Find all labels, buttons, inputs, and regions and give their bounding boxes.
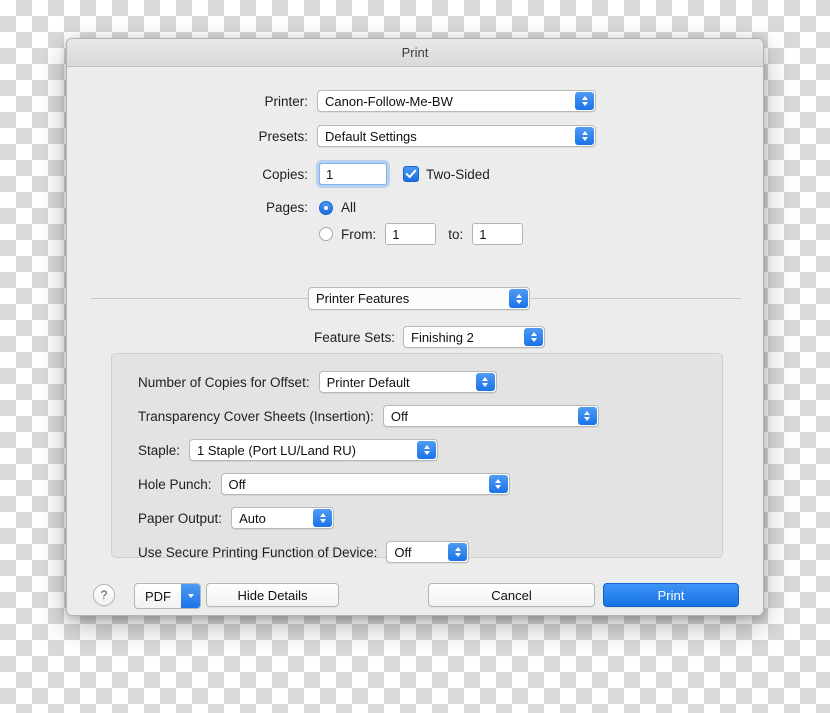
printer-features-panel: Number of Copies for Offset: Printer Def… [111,353,723,563]
feature-value-4: Auto [239,510,266,526]
feature-value-1: Off [390,408,408,424]
feature-select-0[interactable]: Printer Default [318,371,497,393]
chevron-updown-icon [509,289,528,308]
pages-from-value: 1 [392,226,400,242]
presets-select-value: Default Settings [325,128,417,144]
pages-from-label: From: [341,226,377,242]
chevron-updown-icon [575,92,594,110]
feature-label-0: Number of Copies for Offset: [138,374,310,390]
dialog-titlebar: Print [67,39,763,67]
feature-select-5[interactable]: Off [386,541,470,563]
presets-label: Presets: [258,128,308,144]
print-button[interactable]: Print [603,583,739,607]
chevron-updown-icon [448,543,468,561]
chevron-updown-icon [417,441,437,459]
feature-label-1: Transparency Cover Sheets (Insertion): [138,408,374,424]
pages-from-input[interactable]: 1 [385,223,437,245]
presets-row: Presets: Default Settings [67,125,763,147]
pages-to-input[interactable]: 1 [472,223,524,245]
feature-sets-label: Feature Sets: [313,329,395,345]
help-icon: ? [100,588,108,602]
feature-value-3: Off [228,476,246,492]
chevron-updown-icon [313,509,333,527]
two-sided-checkbox[interactable] [403,166,419,182]
feature-label-4: Paper Output: [138,510,223,526]
feature-select-3[interactable]: Off [220,473,510,495]
pages-to-value: 1 [479,226,487,242]
copies-label: Copies: [262,166,308,182]
print-dialog: Print Printer: Canon-Follow-Me-BW Preset… [66,38,764,616]
feature-value-0: Printer Default [326,374,410,390]
feature-label-2: Staple: [138,442,181,458]
copies-input-value: 1 [326,166,334,182]
copies-input[interactable]: 1 [319,163,387,185]
chevron-down-icon [181,584,200,608]
feature-row-4: Paper Output: Auto [138,507,335,529]
pane-select-wrap: Printer Features [308,287,530,310]
feature-row-2: Staple: 1 Staple (Port LU/Land RU) [138,439,439,461]
feature-select-1[interactable]: Off [382,405,599,427]
help-button[interactable]: ? [93,584,115,606]
pane-select-value: Printer Features [316,291,410,306]
chevron-updown-icon [577,407,597,425]
feature-select-4[interactable]: Auto [231,507,335,529]
pages-from-radio[interactable] [319,227,333,241]
pages-all-row: Pages: All [67,200,763,215]
dialog-body: Printer: Canon-Follow-Me-BW Presets: Def… [67,67,763,615]
feature-row-5: Use Secure Printing Function of Device: … [138,541,470,563]
feature-row-3: Hole Punch: Off [138,473,510,495]
feature-select-2[interactable]: 1 Staple (Port LU/Land RU) [189,439,439,461]
pane-select[interactable]: Printer Features [308,287,530,310]
pdf-button-label: PDF [145,588,171,604]
dialog-footer: ? PDF Hide Details Cancel Print [67,577,763,615]
feature-label-3: Hole Punch: [138,476,212,492]
pages-all-radio[interactable] [319,200,333,215]
feature-row-1: Transparency Cover Sheets (Insertion): O… [138,405,599,427]
print-label: Print [657,587,685,603]
feature-sets-row: Feature Sets: Finishing 2 [67,326,763,348]
presets-select[interactable]: Default Settings [317,125,596,147]
hide-details-label: Hide Details [237,587,308,603]
pages-range-row: From: 1 to: 1 [67,223,763,245]
pages-to-label: to: [448,226,464,242]
chevron-updown-icon [524,328,543,346]
feature-row-0: Number of Copies for Offset: Printer Def… [138,371,497,393]
feature-value-5: Off [394,544,412,560]
printer-label: Printer: [264,93,308,109]
printer-select-value: Canon-Follow-Me-BW [325,93,453,109]
feature-sets-value: Finishing 2 [411,329,474,345]
feature-label-5: Use Secure Printing Function of Device: [138,544,378,560]
pdf-button[interactable]: PDF [134,583,201,609]
printer-select[interactable]: Canon-Follow-Me-BW [317,90,596,112]
feature-value-2: 1 Staple (Port LU/Land RU) [197,442,356,458]
hide-details-button[interactable]: Hide Details [206,583,339,607]
cancel-label: Cancel [491,587,532,603]
copies-row: Copies: 1 Two-Sided [67,163,763,185]
pages-label: Pages: [265,200,308,215]
chevron-updown-icon [575,127,594,145]
chevron-updown-icon [475,373,495,391]
dialog-title: Print [401,45,429,60]
printer-row: Printer: Canon-Follow-Me-BW [67,90,763,112]
two-sided-label: Two-Sided [426,166,490,182]
feature-sets-select[interactable]: Finishing 2 [403,326,545,348]
chevron-updown-icon [488,475,508,493]
pages-all-label: All [341,200,357,215]
cancel-button[interactable]: Cancel [428,583,595,607]
